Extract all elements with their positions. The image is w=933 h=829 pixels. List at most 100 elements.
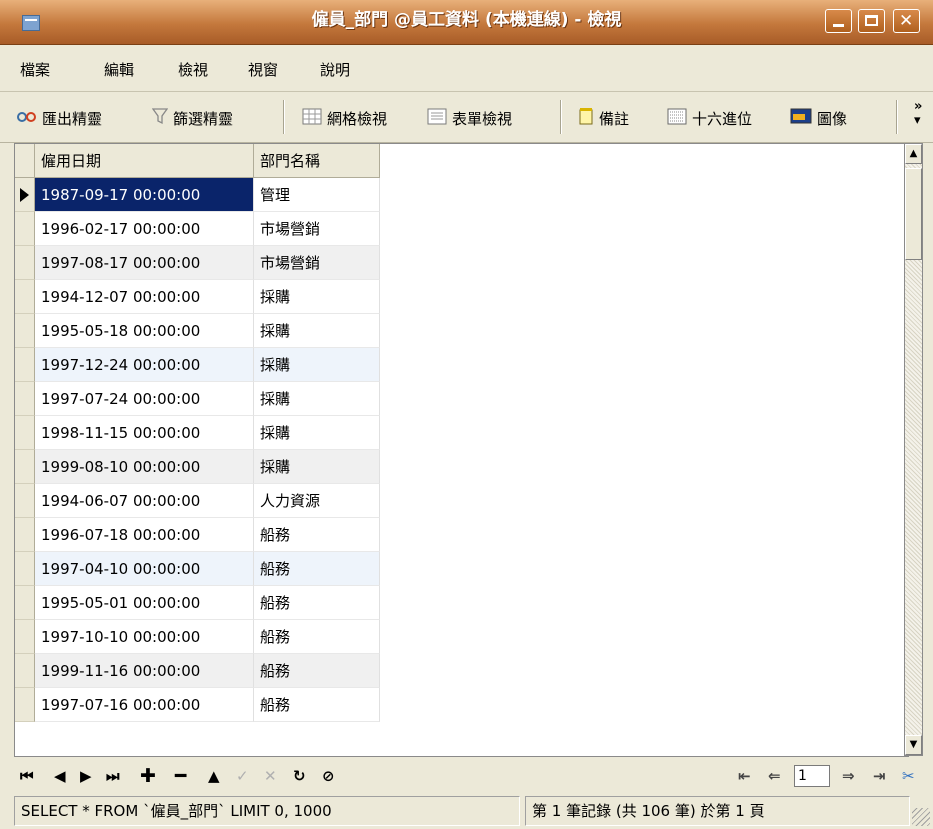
cell-hire-date[interactable]: 1995-05-01 00:00:00 <box>35 586 254 620</box>
cell-dept-name[interactable]: 船務 <box>254 620 380 654</box>
row-selector[interactable] <box>15 654 35 688</box>
grid-view-button[interactable]: 網格檢視 <box>302 108 387 128</box>
row-selector[interactable] <box>15 450 35 484</box>
table-row[interactable]: 1994-06-07 00:00:00 人力資源 <box>15 484 380 518</box>
prev-record-icon[interactable]: ◀ <box>54 766 66 786</box>
table-row[interactable]: 1999-08-10 00:00:00 採購 <box>15 450 380 484</box>
table-row[interactable]: 1997-07-16 00:00:00 船務 <box>15 688 380 722</box>
table-row[interactable]: 1997-04-10 00:00:00 船務 <box>15 552 380 586</box>
row-selector[interactable] <box>15 382 35 416</box>
table-row[interactable]: 1997-10-10 00:00:00 船務 <box>15 620 380 654</box>
maximize-button[interactable] <box>858 9 885 33</box>
menu-file[interactable]: 檔案 <box>20 59 50 80</box>
cell-dept-name[interactable]: 採購 <box>254 450 380 484</box>
row-selector[interactable] <box>15 178 35 212</box>
table-row[interactable]: 1997-12-24 00:00:00 採購 <box>15 348 380 382</box>
row-selector[interactable] <box>15 212 35 246</box>
row-selector[interactable] <box>15 280 35 314</box>
minimize-button[interactable] <box>825 9 852 33</box>
filter-wizard-button[interactable]: 篩選精靈 <box>151 108 233 128</box>
row-selector[interactable] <box>15 484 35 518</box>
cell-dept-name[interactable]: 管理 <box>254 178 380 212</box>
delete-record-icon[interactable]: ━ <box>175 766 186 786</box>
column-header-dept-name[interactable]: 部門名稱 <box>254 144 380 178</box>
cell-hire-date[interactable]: 1994-12-07 00:00:00 <box>35 280 254 314</box>
toolbar-overflow-button[interactable]: » ▾ <box>914 100 922 128</box>
row-selector[interactable] <box>15 416 35 450</box>
scroll-thumb[interactable] <box>905 168 922 260</box>
select-all-corner[interactable] <box>15 144 35 178</box>
cell-dept-name[interactable]: 船務 <box>254 654 380 688</box>
cell-dept-name[interactable]: 船務 <box>254 552 380 586</box>
cell-dept-name[interactable]: 採購 <box>254 280 380 314</box>
table-row[interactable]: 1999-11-16 00:00:00 船務 <box>15 654 380 688</box>
cell-dept-name[interactable]: 船務 <box>254 586 380 620</box>
row-selector[interactable] <box>15 552 35 586</box>
next-record-icon[interactable]: ▶ <box>80 766 92 786</box>
table-row[interactable]: 1987-09-17 00:00:00 管理 <box>15 178 380 212</box>
export-wizard-button[interactable]: 匯出精靈 <box>17 108 102 128</box>
cell-hire-date[interactable]: 1997-07-16 00:00:00 <box>35 688 254 722</box>
apply-changes-icon[interactable]: ✓ <box>236 766 249 786</box>
column-header-hire-date[interactable]: 僱用日期 <box>35 144 254 178</box>
row-selector[interactable] <box>15 348 35 382</box>
cell-hire-date[interactable]: 1996-02-17 00:00:00 <box>35 212 254 246</box>
cell-hire-date[interactable]: 1997-07-24 00:00:00 <box>35 382 254 416</box>
table-row[interactable]: 1995-05-18 00:00:00 採購 <box>15 314 380 348</box>
cell-hire-date[interactable]: 1997-12-24 00:00:00 <box>35 348 254 382</box>
scroll-up-button[interactable]: ▲ <box>905 144 922 164</box>
cell-hire-date[interactable]: 1999-11-16 00:00:00 <box>35 654 254 688</box>
stop-icon[interactable]: ⊘ <box>322 766 335 786</box>
cell-hire-date[interactable]: 1987-09-17 00:00:00 <box>35 178 254 212</box>
row-selector[interactable] <box>15 586 35 620</box>
table-row[interactable]: 1998-11-15 00:00:00 採購 <box>15 416 380 450</box>
row-selector[interactable] <box>15 518 35 552</box>
cell-dept-name[interactable]: 採購 <box>254 348 380 382</box>
last-record-icon[interactable]: ⏭ <box>106 766 120 786</box>
add-record-icon[interactable]: ✚ <box>140 766 156 786</box>
table-row[interactable]: 1994-12-07 00:00:00 採購 <box>15 280 380 314</box>
menu-help[interactable]: 說明 <box>320 59 350 80</box>
scroll-down-button[interactable]: ▼ <box>905 735 922 755</box>
cell-hire-date[interactable]: 1996-07-18 00:00:00 <box>35 518 254 552</box>
cell-dept-name[interactable]: 人力資源 <box>254 484 380 518</box>
table-row[interactable]: 1996-07-18 00:00:00 船務 <box>15 518 380 552</box>
next-page-icon[interactable]: ⇒ <box>842 766 855 786</box>
memo-button[interactable]: 備註 <box>578 108 629 128</box>
image-button[interactable]: 圖像 <box>790 108 847 128</box>
vertical-scrollbar[interactable]: ▲ ▼ <box>904 143 923 756</box>
table-row[interactable]: 1997-08-17 00:00:00 市場營銷 <box>15 246 380 280</box>
cell-hire-date[interactable]: 1997-04-10 00:00:00 <box>35 552 254 586</box>
settings-tools-icon[interactable]: ✂ <box>902 766 915 786</box>
cell-hire-date[interactable]: 1994-06-07 00:00:00 <box>35 484 254 518</box>
cell-hire-date[interactable]: 1995-05-18 00:00:00 <box>35 314 254 348</box>
close-button[interactable]: ✕ <box>893 9 920 33</box>
row-selector[interactable] <box>15 246 35 280</box>
table-row[interactable]: 1995-05-01 00:00:00 船務 <box>15 586 380 620</box>
cell-hire-date[interactable]: 1999-08-10 00:00:00 <box>35 450 254 484</box>
form-view-button[interactable]: 表單檢視 <box>427 108 512 128</box>
table-row[interactable]: 1996-02-17 00:00:00 市場營銷 <box>15 212 380 246</box>
first-page-icon[interactable]: ⇤ <box>738 766 751 786</box>
cell-hire-date[interactable]: 1997-10-10 00:00:00 <box>35 620 254 654</box>
discard-changes-icon[interactable]: ✕ <box>264 766 277 786</box>
refresh-icon[interactable]: ↻ <box>293 766 306 786</box>
cell-dept-name[interactable]: 船務 <box>254 518 380 552</box>
first-record-icon[interactable]: ⏮ <box>20 766 34 786</box>
row-selector[interactable] <box>15 314 35 348</box>
menu-view[interactable]: 檢視 <box>178 59 208 80</box>
resize-grip-icon[interactable] <box>912 808 930 826</box>
cell-dept-name[interactable]: 採購 <box>254 314 380 348</box>
cell-dept-name[interactable]: 市場營銷 <box>254 212 380 246</box>
cell-hire-date[interactable]: 1997-08-17 00:00:00 <box>35 246 254 280</box>
cell-dept-name[interactable]: 採購 <box>254 416 380 450</box>
row-selector[interactable] <box>15 688 35 722</box>
last-page-icon[interactable]: ⇥ <box>873 766 886 786</box>
data-grid[interactable]: 僱用日期 部門名稱 1987-09-17 00:00:00 管理 1996-02… <box>14 143 909 757</box>
table-row[interactable]: 1997-07-24 00:00:00 採購 <box>15 382 380 416</box>
menu-edit[interactable]: 編輯 <box>104 59 134 80</box>
page-number-input[interactable]: 1 <box>794 765 830 787</box>
hex-button[interactable]: 十六進位 <box>667 108 752 128</box>
move-up-icon[interactable]: ▲ <box>208 766 220 786</box>
cell-dept-name[interactable]: 採購 <box>254 382 380 416</box>
